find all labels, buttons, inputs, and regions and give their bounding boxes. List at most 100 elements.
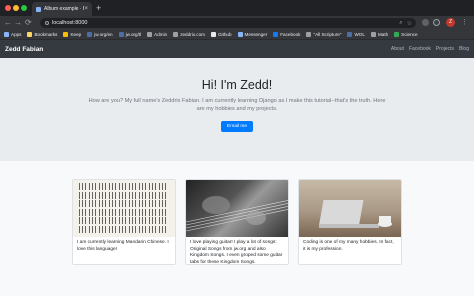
glyph-mark bbox=[119, 217, 128, 224]
bookmark-label: jw.org/en bbox=[94, 31, 113, 37]
close-tab-icon[interactable]: × bbox=[84, 6, 88, 12]
site-info-icon[interactable] bbox=[45, 21, 49, 25]
glyph-mark bbox=[149, 208, 158, 216]
glyph-mark bbox=[109, 200, 118, 207]
bootstrap-favicon-icon bbox=[36, 6, 41, 12]
glyph-mark bbox=[89, 208, 98, 216]
bookmark-item[interactable]: Facebook bbox=[273, 31, 301, 37]
glyph-mark bbox=[109, 183, 118, 190]
glyph-mark bbox=[89, 183, 98, 190]
forward-icon[interactable]: → bbox=[14, 17, 22, 28]
extensions-puzzle-icon[interactable] bbox=[433, 19, 440, 26]
glyph-mark bbox=[139, 191, 148, 199]
extension-icon[interactable] bbox=[422, 19, 429, 26]
bookmark-item[interactable]: Math bbox=[370, 31, 389, 37]
glyph-mark bbox=[129, 225, 138, 233]
chinese-text-image bbox=[73, 180, 175, 237]
glyph-mark bbox=[149, 217, 158, 224]
reload-icon[interactable]: ⟳ bbox=[25, 17, 32, 28]
glyph-mark bbox=[99, 217, 108, 224]
glyph-mark bbox=[149, 183, 158, 190]
glyph-mark bbox=[129, 191, 138, 199]
bookmark-item[interactable]: Bookmarks bbox=[27, 31, 58, 37]
glyph-mark bbox=[129, 208, 138, 216]
avatar[interactable]: Z bbox=[446, 18, 455, 27]
glyph-mark bbox=[159, 183, 168, 190]
address-bar[interactable]: localhost:8000 ⌕ ☆ bbox=[40, 18, 416, 28]
bookmark-favicon-icon bbox=[63, 31, 69, 37]
glyph-mark bbox=[139, 183, 148, 190]
browser-menu-icon[interactable]: ⋮ bbox=[461, 18, 468, 27]
page-title: Hi! I'm Zedd! bbox=[201, 78, 273, 92]
glyph-mark bbox=[149, 191, 158, 199]
glyph-mark bbox=[109, 217, 118, 224]
bookmark-item[interactable]: Admin bbox=[147, 31, 168, 37]
glyph-mark bbox=[159, 191, 168, 199]
bookmark-item[interactable]: "All Scripture" bbox=[306, 31, 342, 37]
bookmark-label: Facebook bbox=[280, 31, 301, 37]
card-coding: Coding is one of my many hobbies. In fac… bbox=[298, 179, 402, 265]
glyph-mark bbox=[99, 183, 108, 190]
glyph-mark bbox=[109, 208, 118, 216]
card-text: I am currently learning Mandarin Chinese… bbox=[77, 240, 169, 252]
back-icon[interactable]: ← bbox=[4, 17, 12, 28]
maximize-window-button[interactable] bbox=[21, 5, 27, 11]
bookmark-item[interactable]: Messenger bbox=[237, 31, 267, 37]
bookmark-favicon-icon bbox=[347, 31, 353, 37]
bookmark-item[interactable]: zeddrix.com bbox=[173, 31, 205, 37]
laptop-icon bbox=[319, 200, 392, 228]
glyph-mark bbox=[139, 225, 148, 233]
bookmark-item[interactable]: jw.org/en bbox=[87, 31, 113, 37]
glyph-mark bbox=[139, 208, 148, 216]
bookmark-favicon-icon bbox=[306, 31, 312, 37]
site-brand[interactable]: Zedd Fabian bbox=[5, 46, 386, 53]
bookmark-item[interactable]: Github bbox=[210, 31, 232, 37]
bookmark-label: Bookmarks bbox=[34, 31, 58, 37]
nav-link-blog[interactable]: Blog bbox=[459, 46, 469, 52]
nav-link-facebook[interactable]: Facebook bbox=[409, 46, 431, 52]
intro-text: How are you? My full name's Zeddrix Fabi… bbox=[88, 98, 386, 112]
card-mandarin: I am currently learning Mandarin Chinese… bbox=[72, 179, 176, 265]
glyph-mark bbox=[99, 200, 108, 207]
glyph-mark bbox=[159, 225, 168, 233]
bookmark-item[interactable]: Keep bbox=[63, 31, 81, 37]
bookmark-star-icon[interactable]: ☆ bbox=[407, 20, 412, 27]
glyph-mark bbox=[149, 200, 158, 207]
bookmark-favicon-icon bbox=[147, 31, 153, 37]
guitar-strings-icon bbox=[186, 196, 288, 232]
email-me-button[interactable]: Email me bbox=[221, 121, 253, 132]
browser-tab-strip: Album example · Bootstrap × + bbox=[0, 0, 474, 16]
glyph-mark bbox=[79, 217, 88, 224]
bookmark-favicon-icon bbox=[237, 31, 243, 37]
bookmark-item[interactable]: jw.org/tl bbox=[118, 31, 142, 37]
bookmark-label: Math bbox=[377, 31, 389, 37]
new-tab-button[interactable]: + bbox=[96, 2, 101, 14]
card-text: Coding is one of my many hobbies. In fac… bbox=[303, 240, 394, 252]
bookmark-item[interactable]: Apps bbox=[4, 31, 21, 37]
glyph-mark bbox=[109, 225, 118, 233]
minimize-window-button[interactable] bbox=[13, 5, 19, 11]
nav-link-projects[interactable]: Projects bbox=[436, 46, 454, 52]
bookmark-favicon-icon bbox=[273, 31, 279, 37]
glyph-mark bbox=[139, 200, 148, 207]
glyph-mark bbox=[159, 217, 168, 224]
bookmark-item[interactable]: WOL bbox=[347, 31, 365, 37]
glyph-mark bbox=[149, 225, 158, 233]
nav-link-about[interactable]: About bbox=[391, 46, 404, 52]
glyph-mark bbox=[99, 225, 108, 233]
browser-tab[interactable]: Album example · Bootstrap × bbox=[32, 2, 92, 16]
bookmark-label: WOL bbox=[354, 31, 365, 37]
bookmark-label: jw.org/tl bbox=[125, 31, 142, 37]
glyph-mark bbox=[159, 200, 168, 207]
glyph-mark bbox=[119, 225, 128, 233]
glyph-mark bbox=[119, 208, 128, 216]
bookmark-label: "All Scripture" bbox=[313, 31, 342, 37]
glyph-mark bbox=[89, 217, 98, 224]
bookmark-item[interactable]: Science bbox=[394, 31, 418, 37]
close-window-button[interactable] bbox=[5, 5, 11, 11]
guitar-image bbox=[186, 180, 288, 237]
bookmark-label: Admin bbox=[154, 31, 168, 37]
address-bar-url[interactable]: localhost:8000 bbox=[52, 20, 399, 26]
search-icon[interactable]: ⌕ bbox=[399, 20, 402, 27]
site-navbar: Zedd Fabian About Facebook Projects Blog bbox=[0, 40, 474, 58]
